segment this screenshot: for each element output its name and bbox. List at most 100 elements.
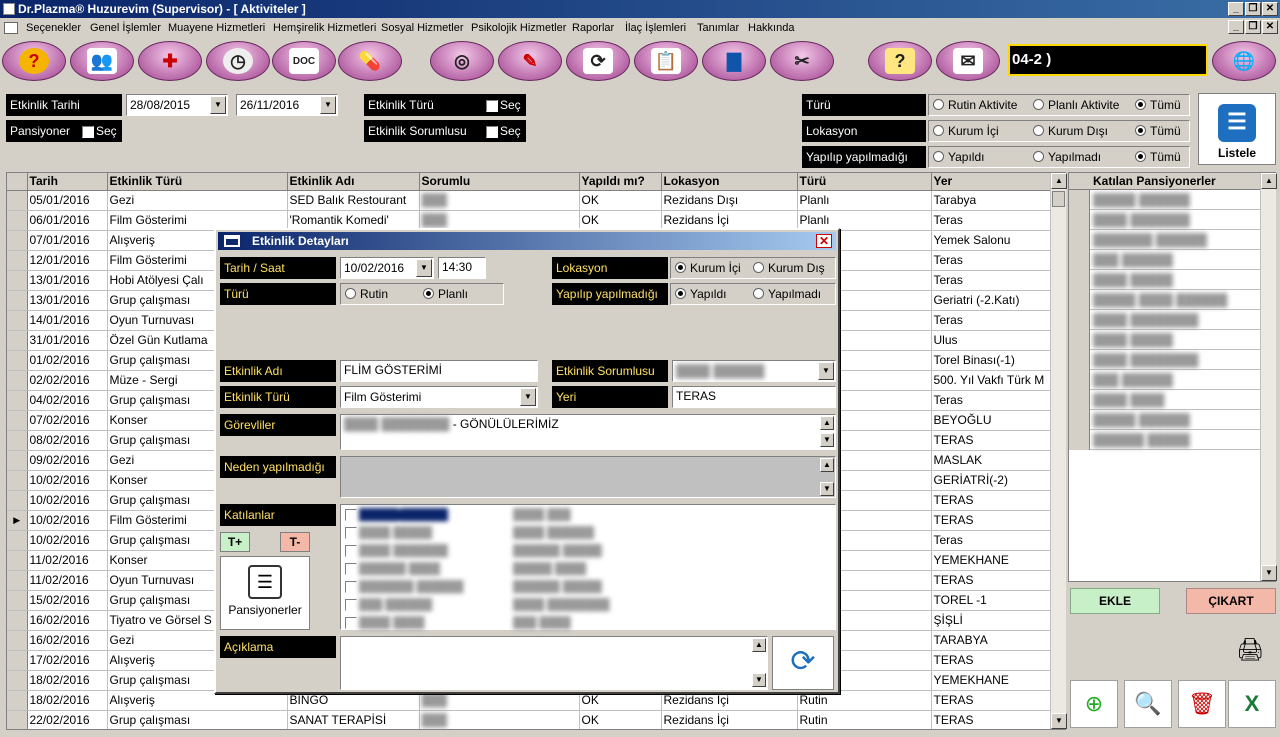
katilan-item[interactable]: ██████ █████: [513, 581, 602, 593]
dialog-date-combo[interactable]: 10/02/2016 ▼: [340, 257, 434, 279]
radio-planli-aktivite[interactable]: Planlı Aktivite: [1033, 95, 1119, 115]
katilan-item[interactable]: ████ █████: [345, 527, 432, 540]
katilan-item[interactable]: ████ ███████: [345, 545, 448, 558]
mdi-restore-button[interactable]: ❐: [1245, 20, 1261, 34]
date-from-combo[interactable]: 28/08/2015 ▼: [126, 94, 228, 116]
table-row[interactable]: 22/02/2016 Grup çalışması SANAT TERAPİSİ ██…: [7, 710, 1052, 729]
etkinlik-sorumlusu-sec-checkbox[interactable]: Seç: [486, 122, 521, 140]
katilan-item[interactable]: ███ ██████: [345, 599, 432, 612]
mail-icon[interactable]: ✉: [936, 41, 1000, 81]
menu-sosyal[interactable]: Sosyal Hizmetler: [381, 18, 464, 38]
scroll-down-icon[interactable]: ▼: [752, 673, 766, 687]
grid-header[interactable]: Etkinlik Türü: [107, 173, 288, 191]
aciklama-textarea[interactable]: ▲ ▼: [340, 636, 768, 690]
note-icon[interactable]: ✎: [498, 41, 562, 81]
katilan-checkbox[interactable]: [345, 563, 357, 576]
printer-icon[interactable]: 🖨: [1226, 626, 1274, 674]
scroll-up-icon[interactable]: ▲: [1051, 173, 1067, 189]
spiral-icon[interactable]: ◎: [430, 41, 494, 81]
pills-icon[interactable]: 💊: [338, 41, 402, 81]
chevron-down-icon[interactable]: ▼: [818, 362, 834, 380]
katilanlar-list[interactable]: █████ ██████ ████ █████ ████ ███████ ██████…: [340, 504, 836, 630]
refresh-doc-icon[interactable]: ⟳: [566, 41, 630, 81]
scroll-up-icon[interactable]: ▲: [1261, 173, 1277, 189]
scroll-down-icon[interactable]: ▼: [820, 482, 834, 496]
radio-lokasyon-tumu[interactable]: Tümü: [1135, 121, 1181, 141]
yeri-input[interactable]: TERAS: [672, 386, 836, 408]
list-item[interactable]: ████ ████████: [1069, 310, 1275, 330]
scroll-down-icon[interactable]: ▼: [820, 433, 834, 447]
katilan-checkbox[interactable]: [345, 527, 357, 540]
date-to-combo[interactable]: 26/11/2016 ▼: [236, 94, 338, 116]
list-item[interactable]: ████ ███████: [1069, 210, 1275, 230]
katilan-checkbox[interactable]: [345, 581, 357, 594]
list-item[interactable]: ████ ████████: [1069, 350, 1275, 370]
chevron-down-icon[interactable]: ▼: [320, 96, 336, 114]
clipboard-icon[interactable]: 📋: [634, 41, 698, 81]
grid-header[interactable]: Lokasyon: [661, 173, 798, 191]
clock-icon[interactable]: ◷: [206, 41, 270, 81]
globe-icon[interactable]: 🌐: [1212, 41, 1276, 81]
radio-yapilip-tumu[interactable]: Tümü: [1135, 147, 1181, 167]
list-item[interactable]: ███ ██████: [1069, 250, 1275, 270]
radio-dialog-kurum-dis[interactable]: Kurum Dış: [753, 258, 825, 278]
mdi-child-icon[interactable]: [4, 22, 18, 34]
grid-header[interactable]: Türü: [797, 173, 932, 191]
chevron-down-icon[interactable]: ▼: [416, 259, 432, 277]
katilan-scrollbar[interactable]: ▲ ▼: [1260, 173, 1277, 581]
katilan-item[interactable]: ████ ████████: [513, 599, 610, 611]
table-row[interactable]: 05/01/2016 Gezi SED Balık Restourant ███ OK R…: [7, 190, 1052, 211]
katilan-item[interactable]: ███████ ██████: [345, 581, 463, 594]
grid-header[interactable]: Yapıldı mı?: [579, 173, 662, 191]
scroll-down-icon[interactable]: ▼: [1051, 713, 1067, 729]
radio-rutin[interactable]: Rutin: [345, 284, 388, 304]
scroll-down-icon[interactable]: ▼: [1261, 565, 1277, 581]
menu-hemsirelik[interactable]: Hemşirelik Hizmetleri: [273, 18, 376, 38]
grid-header[interactable]: Sorumlu: [419, 173, 580, 191]
menu-hakkinda[interactable]: Hakkında: [748, 18, 794, 38]
katilan-item[interactable]: ██████ █████: [513, 545, 602, 557]
menu-tanimlar[interactable]: Tanımlar: [697, 18, 739, 38]
scroll-thumb[interactable]: [1052, 191, 1065, 207]
list-item[interactable]: █████ ██████: [1069, 190, 1275, 210]
menu-genel-islemler[interactable]: Genel İşlemler: [90, 18, 161, 38]
document-icon[interactable]: DOC: [272, 41, 336, 81]
add-document-icon[interactable]: ⊕: [1070, 680, 1118, 728]
grid-header[interactable]: Tarih: [27, 173, 108, 191]
gorevliler-textarea[interactable]: ████ ████████ - GÖNÜLÜLERİMİZ ▲ ▼: [340, 414, 836, 450]
katilan-item[interactable]: █████ ████: [513, 563, 586, 575]
radio-turu-tumu[interactable]: Tümü: [1135, 95, 1181, 115]
ekle-button[interactable]: EKLE: [1070, 588, 1160, 614]
doctors-icon[interactable]: 👥: [70, 41, 134, 81]
list-item[interactable]: ████ ████: [1069, 390, 1275, 410]
katilan-checkbox[interactable]: [345, 599, 357, 612]
etkinlik-turu-combo[interactable]: Film Gösterimi ▼: [340, 386, 538, 408]
chart-icon[interactable]: ▇: [702, 41, 766, 81]
table-row[interactable]: 06/01/2016 Film Gösterimi 'Romantik Komedi…: [7, 210, 1052, 231]
list-item[interactable]: ████ █████: [1069, 330, 1275, 350]
preview-icon[interactable]: 🔍: [1124, 680, 1172, 728]
tools-icon[interactable]: ✂: [770, 41, 834, 81]
excel-icon[interactable]: X: [1228, 680, 1276, 728]
list-item[interactable]: █████ ██████: [1069, 410, 1275, 430]
radio-planli[interactable]: Planlı: [423, 284, 468, 304]
katilan-checkbox[interactable]: [345, 617, 357, 630]
nurse-icon[interactable]: ✚: [138, 41, 202, 81]
scroll-up-icon[interactable]: ▲: [752, 638, 766, 652]
etkinlik-adi-input[interactable]: FLİM GÖSTERİMİ: [340, 360, 538, 382]
t-minus-button[interactable]: T-: [280, 532, 310, 552]
grid-scrollbar[interactable]: ▲ ▼: [1050, 173, 1067, 729]
radio-dialog-yapilmadi[interactable]: Yapılmadı: [753, 284, 821, 304]
radio-rutin-aktivite[interactable]: Rutin Aktivite: [933, 95, 1017, 115]
radio-yapilmadi[interactable]: Yapılmadı: [1033, 147, 1101, 167]
list-item[interactable]: ██████ █████: [1069, 430, 1275, 450]
radio-kurum-ici[interactable]: Kurum İçi: [933, 121, 999, 141]
minimize-button[interactable]: _: [1228, 2, 1244, 16]
mdi-minimize-button[interactable]: _: [1228, 20, 1244, 34]
pansiyoner-sec-checkbox[interactable]: Seç: [82, 122, 117, 140]
menu-muayene[interactable]: Muayene Hizmetleri: [168, 18, 265, 38]
katilan-checkbox[interactable]: [345, 509, 357, 522]
dialog-close-icon[interactable]: ✕: [816, 234, 832, 248]
close-button[interactable]: ✕: [1262, 2, 1278, 16]
pansiyonerler-button[interactable]: ☰ Pansiyonerler: [220, 556, 310, 630]
